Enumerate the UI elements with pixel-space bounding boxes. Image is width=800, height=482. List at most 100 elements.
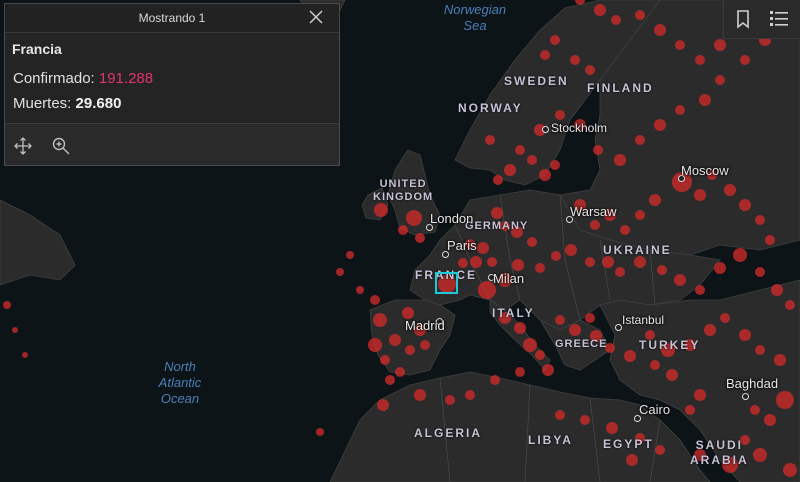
case-marker[interactable] [465,390,475,400]
case-marker[interactable] [370,295,380,305]
case-marker[interactable] [634,256,646,268]
case-marker[interactable] [346,251,354,259]
case-marker[interactable] [695,55,705,65]
case-marker[interactable] [458,258,468,268]
case-marker[interactable] [377,399,389,411]
case-marker[interactable] [635,10,645,20]
case-marker[interactable] [695,285,705,295]
zoom-to-icon[interactable] [51,136,71,156]
case-marker[interactable] [635,210,645,220]
case-marker[interactable] [585,313,595,323]
case-marker[interactable] [635,135,645,145]
case-marker[interactable] [704,324,716,336]
pan-icon[interactable] [13,136,33,156]
case-marker[interactable] [523,338,537,352]
case-marker[interactable] [565,244,577,256]
case-marker[interactable] [3,301,11,309]
case-marker[interactable] [755,345,765,355]
case-marker[interactable] [470,256,482,268]
case-marker[interactable] [515,145,525,155]
case-marker[interactable] [398,225,408,235]
case-marker[interactable] [753,448,767,462]
case-marker[interactable] [527,237,537,247]
case-marker[interactable] [590,220,600,230]
case-marker[interactable] [380,355,390,365]
case-marker[interactable] [550,160,560,170]
case-marker[interactable] [785,300,795,310]
case-marker[interactable] [551,251,561,261]
case-marker[interactable] [714,262,726,274]
case-marker[interactable] [570,55,580,65]
case-marker[interactable] [316,428,324,436]
case-marker[interactable] [657,265,667,275]
case-marker[interactable] [569,324,581,336]
case-marker[interactable] [555,110,565,120]
case-marker[interactable] [624,350,636,362]
bookmark-icon[interactable] [732,8,754,30]
case-marker[interactable] [555,315,565,325]
case-marker[interactable] [755,267,765,277]
close-icon[interactable] [307,8,325,26]
case-marker[interactable] [666,369,678,381]
case-marker[interactable] [504,164,516,176]
case-marker[interactable] [491,207,503,219]
case-marker[interactable] [699,94,711,106]
case-marker[interactable] [774,354,786,366]
case-marker[interactable] [414,389,426,401]
case-marker[interactable] [614,154,626,166]
selected-feature-highlight[interactable] [435,272,458,294]
case-marker[interactable] [395,367,405,377]
case-marker[interactable] [336,268,344,276]
case-marker[interactable] [675,105,685,115]
case-marker[interactable] [765,235,775,245]
case-marker[interactable] [514,322,526,334]
case-marker[interactable] [739,329,751,341]
case-marker[interactable] [487,257,497,267]
case-marker[interactable] [602,256,614,268]
case-marker[interactable] [512,259,524,271]
case-marker[interactable] [535,350,545,360]
case-marker[interactable] [542,364,554,376]
case-marker[interactable] [515,367,525,377]
case-marker[interactable] [714,39,726,51]
case-marker[interactable] [535,263,545,273]
case-marker[interactable] [356,286,364,294]
case-marker[interactable] [650,360,660,370]
case-marker[interactable] [694,189,706,201]
case-marker[interactable] [374,203,388,217]
case-marker[interactable] [527,155,537,165]
case-marker[interactable] [715,75,725,85]
case-marker[interactable] [368,338,382,352]
legend-list-icon[interactable] [768,8,790,30]
case-marker[interactable] [654,24,666,36]
case-marker[interactable] [585,65,595,75]
case-marker[interactable] [615,267,625,277]
case-marker[interactable] [654,119,666,131]
case-marker[interactable] [771,284,783,296]
case-marker[interactable] [389,334,401,346]
case-marker[interactable] [493,175,503,185]
case-marker[interactable] [750,405,760,415]
case-marker[interactable] [12,327,18,333]
case-marker[interactable] [477,242,489,254]
case-marker[interactable] [674,274,686,286]
case-marker[interactable] [675,40,685,50]
case-marker[interactable] [22,352,28,358]
case-marker[interactable] [620,225,630,235]
case-marker[interactable] [733,248,747,262]
case-marker[interactable] [649,194,661,206]
case-marker[interactable] [724,184,736,196]
case-marker[interactable] [720,313,730,323]
case-marker[interactable] [385,375,395,385]
case-marker[interactable] [606,422,618,434]
case-marker[interactable] [626,454,638,466]
map-view[interactable]: Norwegian Sea North Atlantic Ocean SWEDE… [0,0,800,482]
case-marker[interactable] [420,340,430,350]
case-marker[interactable] [739,199,751,211]
case-marker[interactable] [594,4,606,16]
case-marker[interactable] [406,210,422,226]
case-marker[interactable] [580,415,590,425]
case-marker[interactable] [445,395,455,405]
case-marker[interactable] [485,135,495,145]
case-marker[interactable] [415,233,425,243]
